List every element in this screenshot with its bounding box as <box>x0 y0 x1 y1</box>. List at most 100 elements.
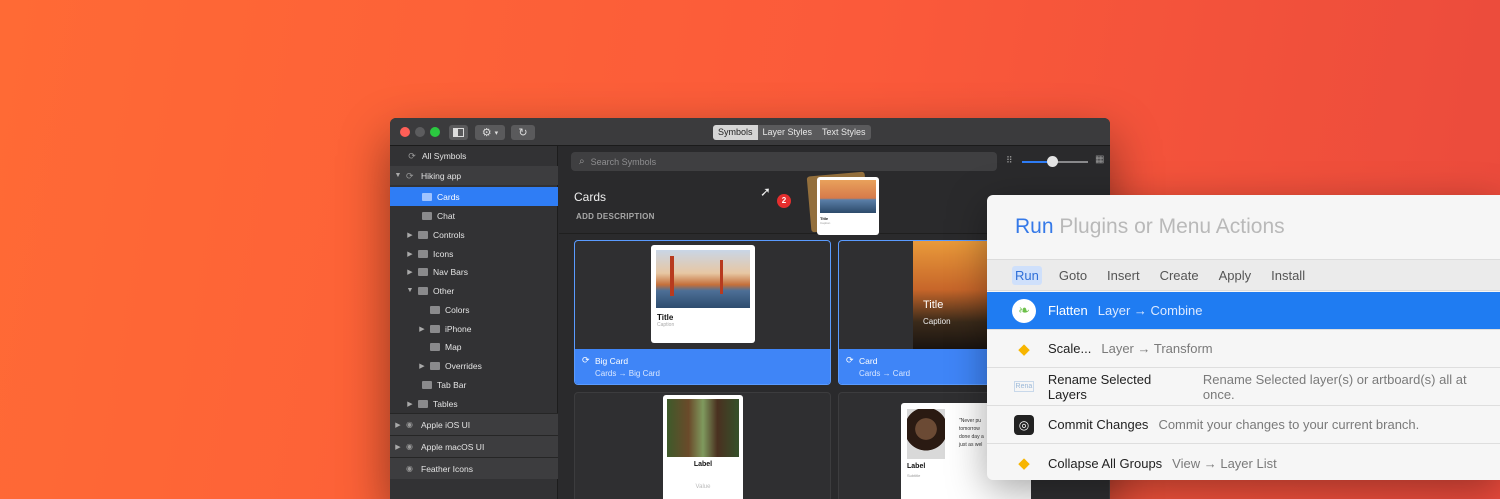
sidebar-item-all-symbols[interactable]: ⟳ All Symbols <box>390 146 558 165</box>
sidebar-item-icons[interactable]: ▶ Icons <box>390 244 558 263</box>
symbol-icon: ⟳ <box>406 170 414 181</box>
sidebar-icon <box>453 128 464 137</box>
folder-icon <box>430 324 440 333</box>
panel-tabs: Run Goto Insert Create Apply Install <box>987 259 1500 291</box>
library-eye-icon: ◉ <box>406 419 413 429</box>
sidebar: ⟳ All Symbols ▼ ⟳ Hiking app Cards Chat ▶… <box>390 146 558 499</box>
tab-goto[interactable]: Goto <box>1056 266 1090 285</box>
sidebar-item-chat[interactable]: Chat <box>390 206 558 225</box>
sidebar-item-tables[interactable]: ▶ Tables <box>390 394 558 413</box>
folder-icon <box>430 361 440 370</box>
action-row-collapse-all-groups[interactable]: ◆ Collapse All Groups View → Layer List <box>987 444 1500 480</box>
card-name: Big Card <box>595 356 629 366</box>
action-row-rename-selected-layers[interactable]: Rena Rename Selected Layers Rename Select… <box>987 368 1500 406</box>
folder-icon <box>430 305 440 314</box>
zoom-button[interactable] <box>430 127 440 137</box>
symbol-icon: ⟳ <box>846 355 854 365</box>
chevron-down-icon: ▾ <box>494 129 499 137</box>
title-bar: ⚙ ▾ ↻ Symbols Layer Styles Text Styles <box>390 118 1110 146</box>
search-input[interactable]: Search Symbols <box>591 157 657 167</box>
disclosure-open-icon[interactable]: ▼ <box>394 172 402 179</box>
tab-insert[interactable]: Insert <box>1104 266 1143 285</box>
card-path: Cards → Big Card <box>595 369 660 378</box>
symbol-card-big-card[interactable]: Title Caption ⟳ Big Card Cards → Big Car… <box>574 240 831 385</box>
folder-icon <box>422 192 432 201</box>
sidebar-toggle-button[interactable] <box>449 125 468 140</box>
grid-large-icon: ▦ <box>1095 154 1105 165</box>
sketch-diamond-icon: ◆ <box>1018 340 1030 358</box>
library-segmented-control: Symbols Layer Styles Text Styles <box>713 125 871 140</box>
big-card-preview: Title Caption <box>651 245 755 343</box>
gear-icon: ⚙ <box>481 127 492 139</box>
plugin-leaf-icon: ❧ <box>1012 298 1036 323</box>
sidebar-library-apple-macos-ui[interactable]: ▶ ◉ Apple macOS UI <box>390 435 558 457</box>
close-button[interactable] <box>400 127 410 137</box>
sketch-diamond-icon: ◆ <box>1018 455 1030 472</box>
folder-icon <box>422 380 432 389</box>
grid-small-icon: ⠿ <box>1006 155 1013 165</box>
folder-icon <box>422 211 432 220</box>
disclosure-closed-icon[interactable]: ▶ <box>418 325 426 333</box>
minimize-button[interactable] <box>415 127 425 137</box>
folder-icon <box>418 230 428 239</box>
sidebar-item-iphone[interactable]: ▶ iPhone <box>390 319 558 338</box>
zoom-slider-knob[interactable] <box>1047 156 1058 167</box>
folder-icon <box>418 286 428 295</box>
sidebar-item-cards[interactable]: Cards <box>390 187 558 206</box>
sidebar-item-overrides[interactable]: ▶ Overrides <box>390 356 558 375</box>
search-field[interactable]: ⌕ Search Symbols <box>571 152 997 171</box>
sidebar-item-hiking-app[interactable]: ▼ ⟳ Hiking app <box>390 166 558 185</box>
label-card-preview: Label Value <box>663 395 743 499</box>
run-plugins-panel: Run Plugins or Menu Actions Run Goto Ins… <box>987 195 1500 480</box>
tab-run[interactable]: Run <box>1012 265 1042 285</box>
library-eye-icon: ◉ <box>406 463 413 473</box>
cursor-icon: ➚ <box>760 184 771 199</box>
disclosure-open-icon[interactable]: ▼ <box>406 287 414 294</box>
search-icon: ⌕ <box>579 156 585 167</box>
rename-icon: Rena <box>1013 381 1035 392</box>
folder-icon <box>418 399 428 408</box>
section-title: Cards <box>574 190 607 204</box>
disclosure-closed-icon[interactable]: ▶ <box>418 362 426 370</box>
disclosure-closed-icon[interactable]: ▶ <box>394 421 402 429</box>
sidebar-library-apple-ios-ui[interactable]: ▶ ◉ Apple iOS UI <box>390 413 558 435</box>
disclosure-closed-icon[interactable]: ▶ <box>406 400 414 408</box>
avatar <box>907 409 945 459</box>
folder-icon <box>430 342 440 351</box>
folder-icon <box>418 249 428 258</box>
git-commit-icon: ◎ <box>1012 413 1036 437</box>
panel-title: Run Plugins or Menu Actions <box>1015 215 1285 238</box>
tab-create[interactable]: Create <box>1157 266 1202 285</box>
disclosure-closed-icon[interactable]: ▶ <box>406 250 414 258</box>
sidebar-item-other[interactable]: ▼ Other <box>390 281 558 300</box>
tab-layer-styles[interactable]: Layer Styles <box>758 125 818 140</box>
disclosure-closed-icon[interactable]: ▶ <box>406 231 414 239</box>
bridge-image <box>656 250 750 308</box>
sidebar-library-feather-icons[interactable]: ◉ Feather Icons <box>390 457 558 479</box>
sidebar-item-nav-bars[interactable]: ▶ Nav Bars <box>390 262 558 281</box>
disclosure-closed-icon[interactable]: ▶ <box>406 268 414 276</box>
sidebar-item-controls[interactable]: ▶ Controls <box>390 225 558 244</box>
bridge-image <box>820 180 876 213</box>
settings-menu-button[interactable]: ⚙ ▾ <box>475 125 505 140</box>
action-row-commit-changes[interactable]: ◎ Commit Changes Commit your changes to y… <box>987 406 1500 444</box>
action-row-scale[interactable]: ◆ Scale... Layer → Transform <box>987 330 1500 368</box>
symbol-icon: ⟳ <box>408 150 416 161</box>
sidebar-item-colors[interactable]: Colors <box>390 300 558 319</box>
drag-preview-card: Title Caption <box>817 177 879 235</box>
library-eye-icon: ◉ <box>406 441 413 451</box>
tab-install[interactable]: Install <box>1268 266 1308 285</box>
disclosure-closed-icon[interactable]: ▶ <box>394 443 402 451</box>
tab-apply[interactable]: Apply <box>1216 266 1255 285</box>
symbol-card-label[interactable]: Label Value <box>574 392 831 499</box>
sidebar-item-map[interactable]: Map <box>390 337 558 356</box>
refresh-button[interactable]: ↻ <box>511 125 535 140</box>
drag-count-badge: 2 <box>777 194 791 208</box>
tab-symbols[interactable]: Symbols <box>713 125 758 140</box>
add-description-button[interactable]: ADD DESCRIPTION <box>576 212 655 221</box>
refresh-icon: ↻ <box>518 127 528 139</box>
tab-text-styles[interactable]: Text Styles <box>817 125 871 140</box>
card-footer: ⟳ Big Card Cards → Big Card <box>575 349 830 384</box>
action-row-flatten[interactable]: ❧ Flatten Layer → Combine <box>987 292 1500 330</box>
sidebar-item-tab-bar[interactable]: Tab Bar <box>390 375 558 394</box>
